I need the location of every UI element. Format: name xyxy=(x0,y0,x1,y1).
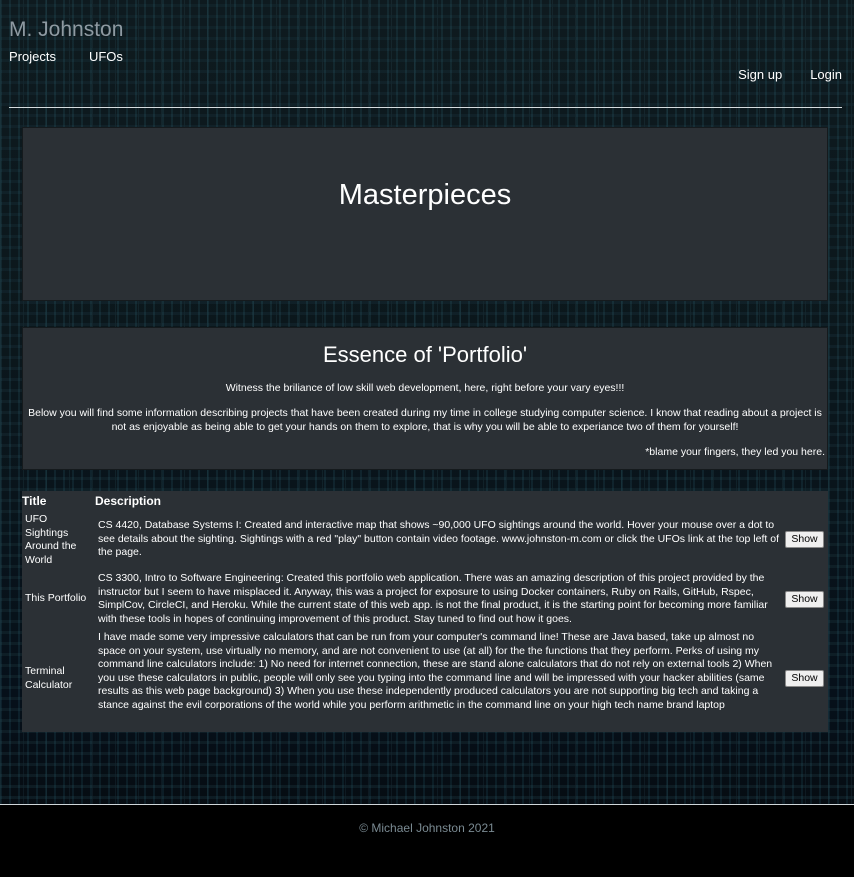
project-title: This Portfolio xyxy=(25,592,87,604)
about-panel: Essence of 'Portfolio' Witness the brili… xyxy=(22,327,828,470)
table-row: This Portfolio CS 3300, Intro to Softwar… xyxy=(22,571,828,626)
nav-link-projects[interactable]: Projects xyxy=(9,49,56,65)
table-row: UFO Sightings Around the World CS 4420, … xyxy=(22,512,828,566)
about-body: Below you will find some information des… xyxy=(28,407,822,433)
sign-up-link[interactable]: Sign up xyxy=(738,67,782,83)
site-brand[interactable]: M. Johnston xyxy=(9,17,123,43)
column-header-title: Title xyxy=(22,494,47,508)
show-button[interactable]: Show xyxy=(785,591,824,608)
project-title: Terminal Calculator xyxy=(25,665,73,691)
primary-nav: Projects UFOs xyxy=(9,49,156,65)
copyright-text: © Michael Johnston 2021 xyxy=(359,821,495,835)
account-nav: Sign up Login xyxy=(710,67,842,83)
project-description: I have made some very impressive calcula… xyxy=(98,631,773,711)
project-description: CS 3300, Intro to Software Engineering: … xyxy=(98,572,768,625)
project-title: UFO Sightings Around the World xyxy=(25,513,77,566)
about-tagline: Witness the briliance of low skill web d… xyxy=(225,382,625,394)
about-note: *blame your fingers, they led you here. xyxy=(645,446,825,458)
about-title: Essence of 'Portfolio' xyxy=(322,342,528,367)
site-footer: © Michael Johnston 2021 xyxy=(0,804,854,877)
hero-title: Masterpieces xyxy=(338,179,512,211)
table-row: Terminal Calculator I have made some ver… xyxy=(22,631,828,731)
show-button[interactable]: Show xyxy=(785,531,824,548)
project-description: CS 4420, Database Systems I: Created and… xyxy=(98,519,779,558)
column-header-description: Description xyxy=(95,494,162,508)
header-divider xyxy=(9,107,842,108)
hero-panel: Masterpieces xyxy=(22,127,828,301)
projects-table: Title Description UFO Sightings Around t… xyxy=(22,491,828,732)
login-link[interactable]: Login xyxy=(810,67,842,83)
show-button[interactable]: Show xyxy=(785,670,824,687)
nav-link-ufos[interactable]: UFOs xyxy=(89,49,123,65)
